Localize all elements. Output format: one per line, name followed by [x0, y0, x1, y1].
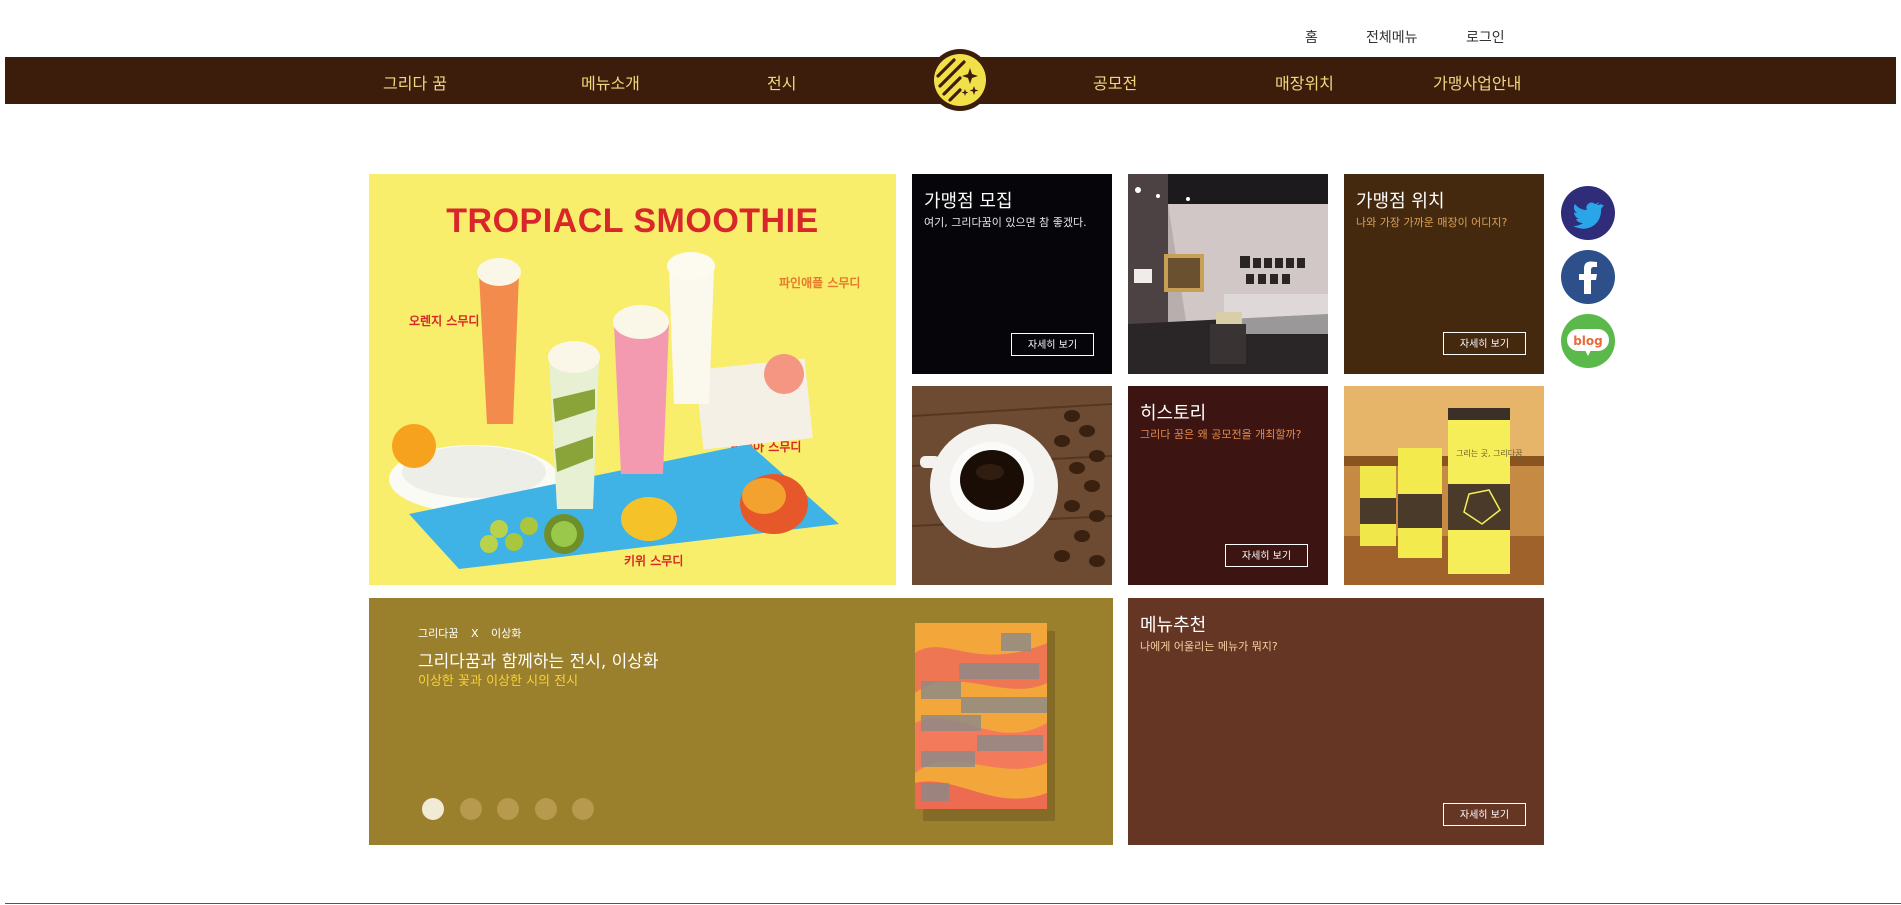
nav-item-about[interactable]: 그리다 꿈 [383, 70, 447, 94]
franchise-subtitle: 여기, 그리다꿈이 있으면 참 좋겠다. [924, 216, 1087, 229]
nav-item-menu[interactable]: 메뉴소개 [581, 70, 640, 94]
recommend-title: 메뉴추천 [1140, 615, 1207, 636]
page: 홈 전체메뉴 로그인 그리다 꿈 메뉴소개 전시 공모전 매장위치 가맹사업안내 [5, 0, 1901, 904]
collab-brand: 그리다꿈 [418, 627, 459, 640]
nav-item-exhibition[interactable]: 전시 [767, 70, 796, 94]
history-subtitle: 그리다 꿈은 왜 공모전을 개최할까? [1140, 428, 1302, 441]
top-link-login[interactable]: 로그인 [1466, 27, 1505, 47]
tile-history: 히스토리 그리다 꿈은 왜 공모전을 개최할까? 자세히 보기 [1128, 386, 1328, 585]
cup-print-text: 그리는 곳, 그리다꿈 [1456, 449, 1523, 458]
history-more-button[interactable]: 자세히 보기 [1225, 544, 1308, 567]
twitter-icon[interactable] [1561, 186, 1615, 240]
exhibition-poster [915, 623, 1055, 821]
slider-dot-4[interactable] [535, 798, 557, 820]
cups-photo[interactable]: 그리는 곳, 그리다꿈 [1344, 386, 1544, 585]
location-subtitle: 나와 가장 가까운 매장이 어디지? [1356, 216, 1508, 229]
gallery-photo[interactable] [1128, 174, 1328, 374]
logo-mark-icon [934, 54, 986, 106]
smoothie-banner[interactable]: TROPIACL SMOOTHIE 오렌지 스무디 파인애플 스무디 복숭아 스… [369, 174, 896, 585]
franchise-more-button[interactable]: 자세히 보기 [1011, 333, 1094, 356]
history-title: 히스토리 [1140, 403, 1207, 424]
collab-x: X [470, 627, 479, 640]
slider-dot-5[interactable] [572, 798, 594, 820]
slider-dot-2[interactable] [460, 798, 482, 820]
gallery-image [1128, 174, 1328, 374]
location-title: 가맹점 위치 [1356, 191, 1445, 212]
top-link-home[interactable]: 홈 [1305, 27, 1318, 47]
smoothie-illustration [389, 252, 839, 569]
exhibition-subtitle: 이상한 꽃과 이상한 시의 전시 [418, 674, 579, 689]
slider-dot-3[interactable] [497, 798, 519, 820]
brand-logo[interactable] [929, 49, 991, 111]
tile-franchise-recruit: 가맹점 모집 여기, 그리다꿈이 있으면 참 좋겠다. 자세히 보기 [912, 174, 1112, 374]
nav-item-franchise-info[interactable]: 가맹사업안내 [1433, 70, 1521, 94]
nav-item-store-location[interactable]: 매장위치 [1275, 70, 1334, 94]
top-link-all-menu[interactable]: 전체메뉴 [1366, 27, 1418, 47]
collab-artist: 이상화 [491, 627, 522, 640]
facebook-icon[interactable] [1561, 250, 1615, 304]
blog-icon-label: blog [1573, 334, 1603, 348]
coffee-photo[interactable] [912, 386, 1112, 585]
tile-store-location: 가맹점 위치 나와 가장 가까운 매장이 어디지? 자세히 보기 [1344, 174, 1544, 374]
nav-item-contest[interactable]: 공모전 [1093, 70, 1137, 94]
blog-icon[interactable]: blog [1561, 314, 1615, 368]
location-more-button[interactable]: 자세히 보기 [1443, 332, 1526, 355]
slider-dot-1[interactable] [422, 798, 444, 820]
exhibition-collab: 그리다꿈 X 이상화 [418, 625, 521, 641]
recommend-more-button[interactable]: 자세히 보기 [1443, 803, 1526, 826]
cups-image: 그리는 곳, 그리다꿈 [1344, 386, 1544, 585]
recommend-subtitle: 나에게 어울리는 메뉴가 뭐지? [1140, 640, 1278, 653]
exhibition-title: 그리다꿈과 함께하는 전시, 이상화 [418, 652, 659, 672]
tile-menu-recommend: 메뉴추천 나에게 어울리는 메뉴가 뭐지? 자세히 보기 [1128, 598, 1544, 845]
franchise-title: 가맹점 모집 [924, 191, 1013, 212]
coffee-image [912, 386, 1112, 585]
